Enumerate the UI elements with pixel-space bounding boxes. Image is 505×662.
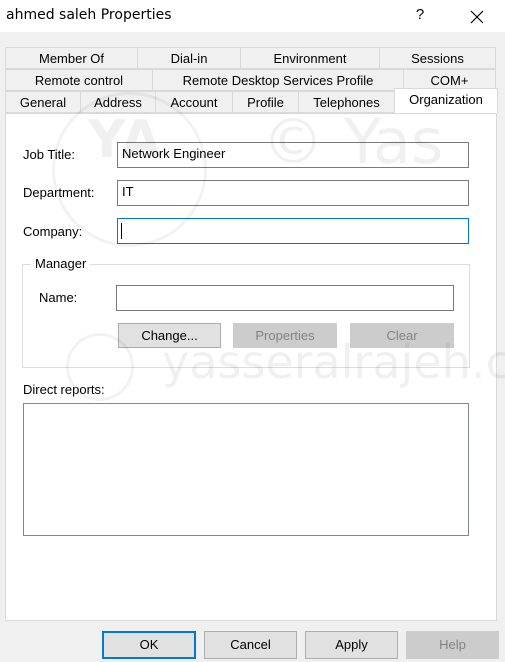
close-icon [470,10,484,24]
manager-name-field[interactable] [116,285,454,311]
organization-panel: Job Title: Network Engineer Department: … [5,113,497,621]
clear-manager-button[interactable]: Clear [350,323,454,348]
tab-dial-in[interactable]: Dial-in [137,47,241,69]
ok-button[interactable]: OK [102,631,196,659]
title-bar: ahmed saleh Properties ? [0,0,505,32]
job-title-field[interactable]: Network Engineer [117,142,469,168]
help-button[interactable]: Help [406,631,499,659]
tab-address[interactable]: Address [80,91,156,113]
manager-group: Manager Name: Change... Properties Clear [22,256,470,368]
manager-name-label: Name: [39,290,78,305]
tab-organization[interactable]: Organization [394,88,498,113]
direct-reports-label: Direct reports: [23,382,105,397]
direct-reports-list[interactable] [23,403,469,536]
tab-profile[interactable]: Profile [232,91,299,113]
job-title-label: Job Title: [23,147,76,162]
manager-properties-button[interactable]: Properties [233,323,337,348]
tab-remote-control[interactable]: Remote control [5,69,153,91]
tab-telephones[interactable]: Telephones [298,91,395,113]
change-manager-button[interactable]: Change... [118,323,221,348]
tab-remote-desktop-services-profile[interactable]: Remote Desktop Services Profile [152,69,404,91]
manager-group-label: Manager [31,256,91,271]
apply-button[interactable]: Apply [305,631,398,659]
tab-sessions[interactable]: Sessions [379,47,496,69]
close-button[interactable] [460,2,494,30]
help-title-button[interactable]: ? [405,2,435,30]
company-label: Company: [23,224,83,239]
department-label: Department: [23,185,95,200]
tab-environment[interactable]: Environment [240,47,380,69]
text-caret [121,223,122,239]
cancel-button[interactable]: Cancel [204,631,297,659]
window-title: ahmed saleh Properties [6,7,172,23]
department-field[interactable]: IT [117,180,469,206]
tab-member-of[interactable]: Member Of [5,47,138,69]
tab-account[interactable]: Account [155,91,233,113]
tab-general[interactable]: General [5,91,81,113]
company-field[interactable] [117,218,469,244]
